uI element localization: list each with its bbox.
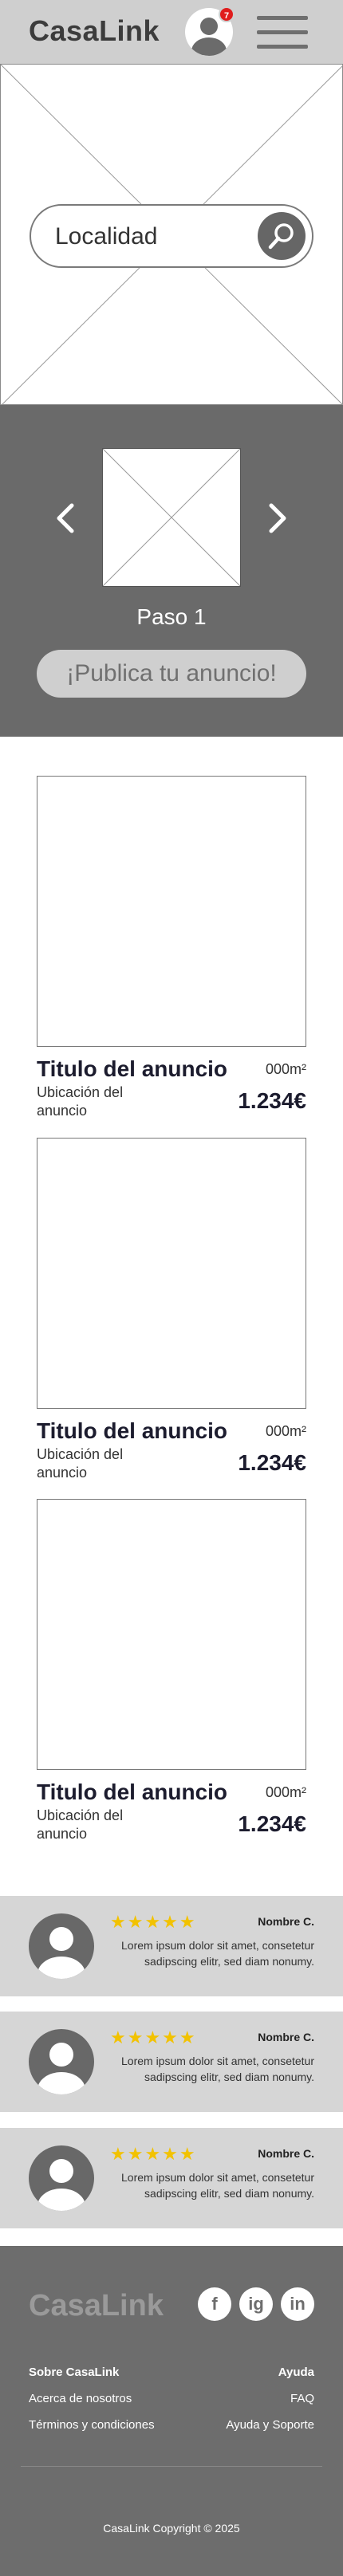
reviewer-name: Nombre C. xyxy=(258,2147,314,2160)
reviewer-name: Nombre C. xyxy=(258,1915,314,1928)
hero-image-placeholder: Localidad xyxy=(0,64,343,406)
review-card: ★★★★★ Nombre C. Lorem ipsum dolor sit am… xyxy=(0,2012,343,2112)
step-label: Paso 1 xyxy=(136,604,207,629)
review-text: Lorem ipsum dolor sit amet, consetetur s… xyxy=(121,2171,314,2200)
review-card: ★★★★★ Nombre C. Lorem ipsum dolor sit am… xyxy=(0,1896,343,1996)
listing-location: Ubicación del anuncio xyxy=(37,1084,124,1119)
listing-price: 1.234€ xyxy=(238,1811,306,1836)
step-image-placeholder xyxy=(102,448,241,587)
footer-link-about-us[interactable]: Acerca de nosotros xyxy=(29,2392,132,2405)
search-button[interactable] xyxy=(258,212,306,260)
listing-image-placeholder xyxy=(37,776,306,1047)
footer-link-faq[interactable]: FAQ xyxy=(290,2392,314,2405)
location-search-bar[interactable]: Localidad xyxy=(30,204,313,268)
footer-link-help[interactable]: Ayuda xyxy=(278,2366,314,2379)
listing-price: 1.234€ xyxy=(238,1088,306,1113)
listing-title: Titulo del anuncio xyxy=(37,1056,228,1081)
footer-divider xyxy=(21,2466,322,2467)
listing-location: Ubicación del anuncio xyxy=(37,1807,124,1842)
footer-link-terms[interactable]: Términos y condiciones xyxy=(29,2418,155,2432)
review-text: Lorem ipsum dolor sit amet, consetetur s… xyxy=(121,1939,314,1968)
listing-location: Ubicación del anuncio xyxy=(37,1446,124,1481)
search-input[interactable]: Localidad xyxy=(55,223,157,250)
site-logo[interactable]: CasaLink xyxy=(29,14,160,48)
listing-card[interactable]: Titulo del anuncio 000m² Ubicación del a… xyxy=(37,776,306,1119)
listing-image-placeholder xyxy=(37,1499,306,1770)
listing-area: 000m² xyxy=(265,1784,306,1800)
star-rating: ★★★★★ xyxy=(110,2144,197,2164)
footer-link-support[interactable]: Ayuda y Soporte xyxy=(226,2418,314,2432)
listing-title: Titulo del anuncio xyxy=(37,1780,228,1804)
reviewer-avatar-icon xyxy=(29,2145,94,2211)
listing-area: 000m² xyxy=(265,1423,306,1439)
reviewer-avatar-icon xyxy=(29,1913,94,1979)
site-footer: CasaLink f ig in Sobre CasaLink Acerca d… xyxy=(0,2246,343,2576)
chevron-left-icon[interactable] xyxy=(49,499,81,537)
listing-card[interactable]: Titulo del anuncio 000m² Ubicación del a… xyxy=(37,1138,306,1481)
listing-image-placeholder xyxy=(37,1138,306,1409)
listing-area: 000m² xyxy=(265,1061,306,1077)
publish-listing-button[interactable]: ¡Publica tu anuncio! xyxy=(37,650,306,698)
facebook-icon[interactable]: f xyxy=(198,2287,231,2321)
publish-steps-section: Paso 1 ¡Publica tu anuncio! xyxy=(0,405,343,737)
listing-title: Titulo del anuncio xyxy=(37,1418,228,1443)
footer-logo[interactable]: CasaLink xyxy=(29,2289,164,2323)
footer-link-about-casalink[interactable]: Sobre CasaLink xyxy=(29,2366,119,2379)
copyright-text: CasaLink Copyright © 2025 xyxy=(103,2522,240,2535)
search-icon xyxy=(268,223,294,250)
reviewer-avatar-icon xyxy=(29,2029,94,2094)
notification-badge: 7 xyxy=(219,6,235,22)
reviewer-name: Nombre C. xyxy=(258,2031,314,2043)
instagram-icon[interactable]: ig xyxy=(239,2287,273,2321)
chevron-right-icon[interactable] xyxy=(262,499,294,537)
user-avatar[interactable]: 7 xyxy=(185,6,235,56)
star-rating: ★★★★★ xyxy=(110,2027,197,2047)
top-header: CasaLink 7 xyxy=(0,0,343,64)
hamburger-menu-icon[interactable] xyxy=(257,16,308,51)
review-card: ★★★★★ Nombre C. Lorem ipsum dolor sit am… xyxy=(0,2128,343,2228)
star-rating: ★★★★★ xyxy=(110,1912,197,1932)
linkedin-icon[interactable]: in xyxy=(281,2287,314,2321)
listing-price: 1.234€ xyxy=(238,1450,306,1475)
listing-card[interactable]: Titulo del anuncio 000m² Ubicación del a… xyxy=(37,1499,306,1842)
review-text: Lorem ipsum dolor sit amet, consetetur s… xyxy=(121,2055,314,2083)
